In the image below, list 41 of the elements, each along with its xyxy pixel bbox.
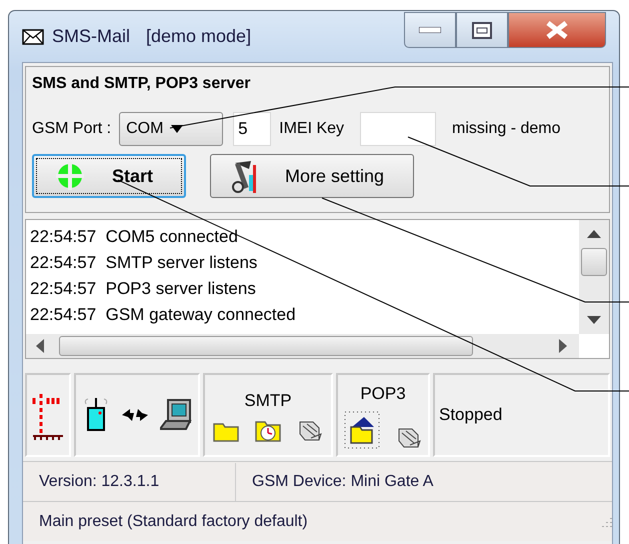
caret-icon (171, 125, 184, 133)
exchange-arrows-icon (120, 407, 150, 423)
status-text: Stopped (438, 404, 502, 426)
close-button[interactable] (508, 12, 606, 48)
close-icon (545, 20, 569, 40)
log-line: 22:54:57 SMTP server listens (30, 252, 258, 274)
pop3-label: POP3 (360, 383, 406, 406)
group-title: SMS and SMTP, POP3 server (32, 74, 252, 94)
scroll-thumb[interactable] (581, 248, 607, 276)
log-line: 22:54:57 GSM gateway connected (30, 304, 297, 326)
log-line: 22:54:57 COM5 connected (30, 226, 239, 248)
computer-icon (160, 399, 192, 431)
window-title: SMS-Mail (52, 25, 130, 48)
scroll-up-icon (587, 230, 601, 238)
imei-field[interactable] (360, 112, 436, 146)
scroll-right-icon (559, 339, 567, 353)
imei-label: IMEI Key (279, 119, 344, 139)
smtp-label: SMTP (244, 390, 292, 412)
horizontal-scrollbar[interactable] (26, 334, 579, 358)
start-button[interactable]: Start (32, 154, 186, 198)
imei-status-text: missing - demo (452, 119, 561, 139)
settings-button[interactable]: More setting (210, 154, 414, 198)
scroll-thumb[interactable] (58, 336, 472, 356)
demo-mode-label: [demo mode] (146, 25, 252, 48)
preset-text: Main preset (Standard factory default) (38, 512, 309, 532)
scroll-left-icon (36, 339, 44, 353)
maximize-button[interactable] (456, 12, 508, 48)
scroll-down-icon (587, 316, 601, 324)
port-number-field[interactable]: 5 (233, 112, 272, 146)
minimize-icon (419, 27, 441, 33)
device-text: GSM Device: Mini Gate A (251, 472, 434, 492)
vertical-scrollbar[interactable] (579, 220, 609, 334)
maximize-icon (472, 22, 492, 38)
port-label: GSM Port : (32, 119, 112, 139)
mobile-phone-icon (82, 398, 110, 432)
home-folder-icon (344, 410, 380, 449)
log-line: 22:54:57 POP3 server listens (30, 278, 257, 300)
crosshair-icon (56, 162, 84, 190)
minimize-button[interactable] (404, 12, 456, 48)
envelope-icon (22, 28, 44, 44)
port-dropdown[interactable]: COM (119, 112, 224, 146)
